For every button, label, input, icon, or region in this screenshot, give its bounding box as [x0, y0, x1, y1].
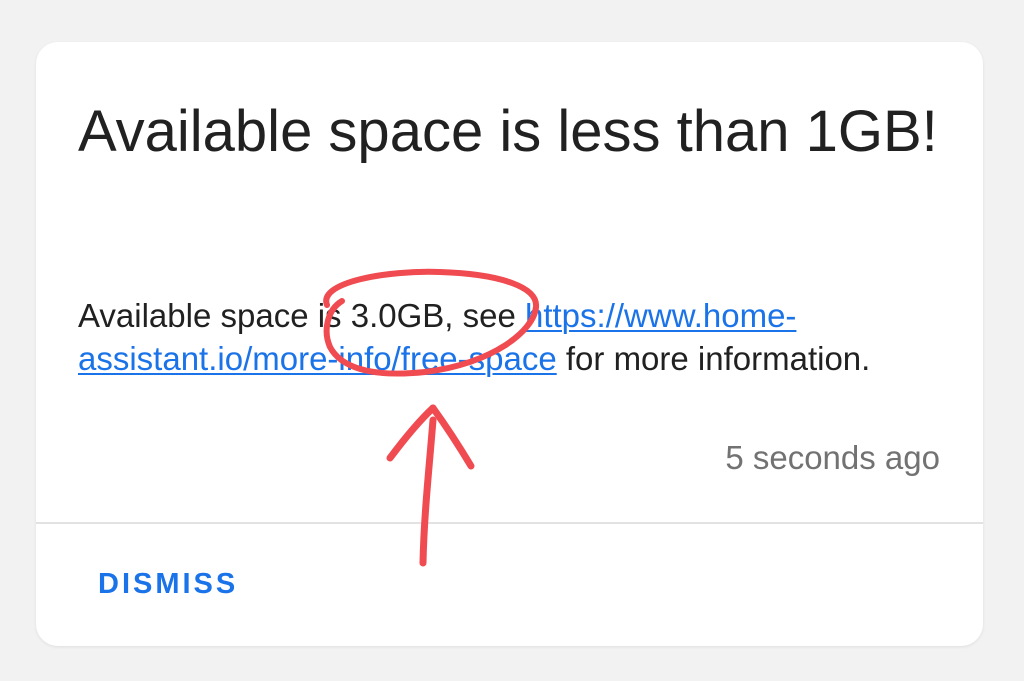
notification-message: Available space is 3.0GB, see https://ww… — [78, 294, 918, 380]
notification-title: Available space is less than 1GB! — [78, 99, 938, 164]
card-divider — [36, 522, 983, 524]
message-text-after-link: for more information. — [556, 340, 871, 377]
notification-card: Available space is less than 1GB! Availa… — [36, 42, 983, 646]
dismiss-button[interactable]: DISMISS — [80, 552, 256, 616]
notification-timestamp: 5 seconds ago — [725, 439, 940, 476]
message-text-before-link: Available space is 3.0GB, see — [78, 297, 525, 334]
